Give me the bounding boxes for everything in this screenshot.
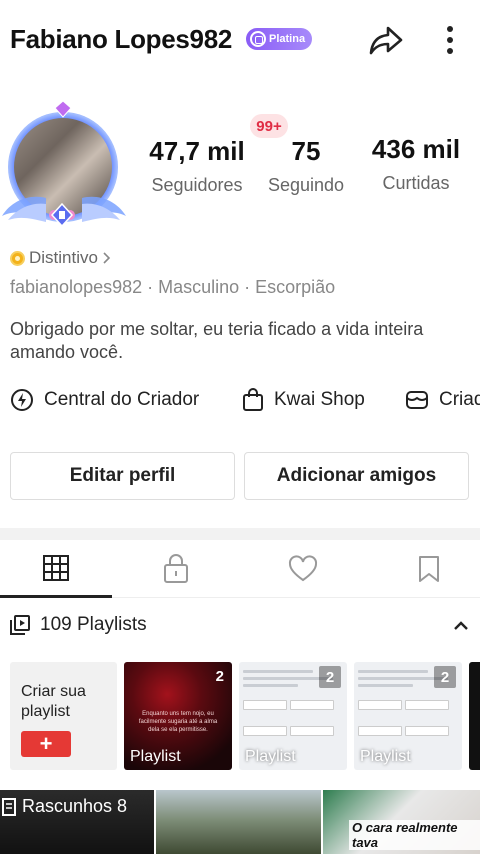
notification-badge: 99+ [250, 114, 288, 138]
likes-label: Curtidas [382, 173, 450, 193]
following-count: 75 [291, 136, 321, 166]
distinctive-link[interactable]: Distintivo [10, 248, 112, 268]
create-playlist-label: Criar sua playlist [21, 683, 86, 720]
followers-count: 47,7 mil [149, 136, 245, 166]
tab-grid[interactable] [0, 540, 112, 598]
quick-links-bar: Central do Criador Kwai Shop Criad [0, 388, 480, 420]
shopping-bag-icon [243, 388, 263, 411]
heart-icon [288, 555, 318, 582]
kwai-shop-link[interactable]: Kwai Shop [242, 388, 365, 412]
right-wing-icon [82, 196, 126, 222]
creator-center-link[interactable]: Central do Criador [10, 388, 199, 412]
playlist-count: 2 [319, 666, 341, 688]
playlist-count: 2 [215, 668, 224, 685]
kwai-shop-label: Kwai Shop [274, 389, 365, 410]
chevron-up-icon[interactable] [450, 614, 472, 638]
drafts-tile[interactable]: Rascunhos 8 [0, 790, 154, 854]
platina-badge[interactable]: Platina [246, 28, 312, 50]
coin-icon [10, 250, 25, 266]
lightning-icon [11, 389, 33, 411]
playlist-quote: Enquanto uns tem nojo, eu facilmente sug… [138, 711, 218, 733]
creator-partial-link[interactable]: Criad [405, 388, 480, 412]
following-stat[interactable]: 75 Seguindo [260, 136, 352, 196]
playlists-header[interactable]: 109 Playlists [10, 614, 147, 636]
store-icon [406, 391, 428, 409]
followers-stat[interactable]: 47,7 mil Seguidores [140, 136, 254, 196]
likes-stat[interactable]: 436 mil Curtidas [362, 134, 470, 194]
section-divider [0, 528, 480, 540]
profile-bio: Obrigado por me soltar, eu teria ficado … [10, 319, 424, 362]
platina-badge-label: Platina [269, 33, 306, 45]
video-tile[interactable] [156, 790, 321, 854]
more-vertical-icon [447, 26, 453, 54]
profile-header: Fabiano Lopes982 Platina [0, 0, 480, 80]
share-arrow-icon [369, 26, 403, 55]
playlists-count-label: 109 Playlists [40, 614, 147, 635]
more-options-button[interactable] [436, 20, 464, 60]
left-wing-icon [2, 196, 46, 222]
video-caption: O cara realmente tava [349, 820, 480, 850]
chevron-right-icon [103, 252, 111, 264]
add-friends-button[interactable]: Adicionar amigos [244, 452, 469, 500]
following-label: Seguindo [267, 175, 345, 195]
profile-meta: fabianolopes982 · Masculino · Escorpião [10, 277, 336, 297]
level-gem-icon [49, 202, 75, 228]
likes-count: 436 mil [371, 134, 461, 164]
edit-profile-button[interactable]: Editar perfil [10, 452, 235, 500]
grid-icon [43, 554, 69, 581]
create-playlist-button[interactable]: + [21, 731, 71, 757]
tab-saved[interactable] [373, 540, 480, 598]
drafts-label-wrap: Rascunhos 8 [2, 796, 127, 817]
tab-liked[interactable] [247, 540, 359, 598]
creator-partial-label: Criad [439, 389, 480, 410]
playlist-label: Playlist [130, 748, 181, 765]
avatar[interactable] [0, 98, 128, 230]
share-button[interactable] [366, 20, 406, 60]
bookmark-icon [419, 556, 439, 582]
video-grid: Rascunhos 8 O cara realmente tava [0, 790, 480, 854]
playlist-card-partial[interactable] [469, 662, 480, 770]
playlist-icon [10, 615, 30, 635]
drafts-icon [2, 797, 16, 816]
playlist-label: Playlist [245, 748, 296, 765]
playlist-count: 2 [434, 666, 456, 688]
creator-center-label: Central do Criador [44, 389, 200, 410]
playlist-label: Playlist [360, 748, 411, 765]
followers-label: Seguidores [151, 175, 243, 195]
video-tile[interactable]: O cara realmente tava [323, 790, 480, 854]
drafts-label: Rascunhos 8 [22, 796, 128, 816]
create-playlist-card[interactable]: Criar sua playlist + [10, 662, 117, 770]
crown-gem-icon [54, 100, 72, 118]
tab-private[interactable] [120, 540, 232, 598]
playlist-card[interactable]: 2 Playlist [354, 662, 462, 770]
gem-icon [250, 31, 266, 47]
content-tabs [0, 540, 480, 598]
username: Fabiano Lopes982 [10, 24, 233, 54]
lock-icon [164, 554, 188, 583]
playlists-row: Criar sua playlist + 2 Enquanto uns tem … [0, 662, 480, 770]
distinctive-label: Distintivo [29, 248, 98, 267]
playlist-card[interactable]: 2 Enquanto uns tem nojo, eu facilmente s… [124, 662, 232, 770]
playlist-card[interactable]: 2 Playlist [239, 662, 347, 770]
